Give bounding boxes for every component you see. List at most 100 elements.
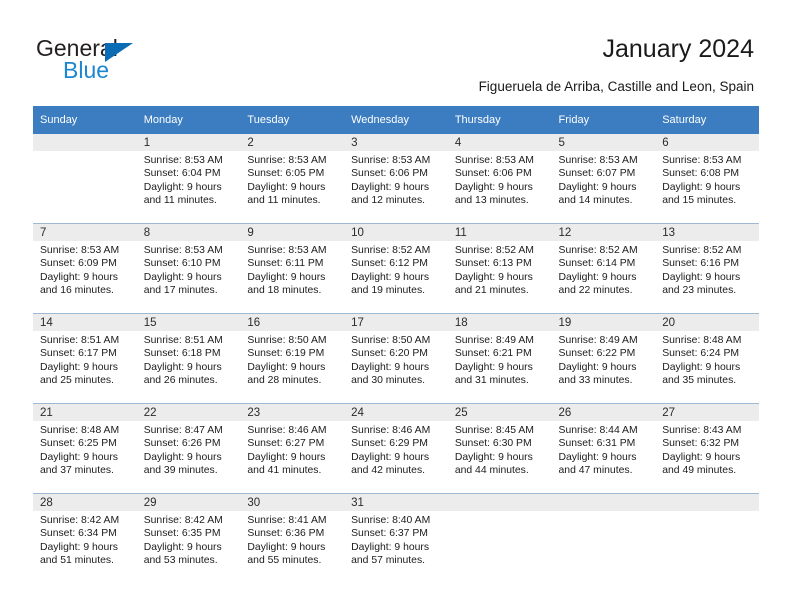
day-cell-inner: 17 Sunrise: 8:50 AM Sunset: 6:20 PM Dayligh… — [344, 314, 448, 403]
calendar-day-cell[interactable]: 31 Sunrise: 8:40 AM Sunset: 6:37 PM Dayligh… — [344, 493, 448, 583]
weekday-header-sunday: Sunday — [33, 106, 137, 134]
day-details: Sunrise: 8:50 AM Sunset: 6:19 PM Daylight:… — [240, 331, 344, 388]
daylight-duration-line1: Daylight: 9 hours — [662, 181, 741, 193]
calendar-day-cell[interactable]: 9 Sunrise: 8:53 AM Sunset: 6:11 PM Daylight… — [240, 223, 345, 314]
calendar-day-cell-empty — [33, 134, 137, 224]
calendar-day-cell[interactable]: 10 Sunrise: 8:52 AM Sunset: 6:12 PM Dayligh… — [344, 223, 448, 314]
sunrise-time: Sunrise: 8:50 AM — [247, 335, 327, 346]
weekday-header-friday: Friday — [551, 106, 656, 134]
calendar-day-cell[interactable]: 5 Sunrise: 8:53 AM Sunset: 6:07 PM Daylight… — [551, 134, 656, 224]
sunset-time: Sunset: 6:06 PM — [351, 168, 428, 180]
calendar-day-cell[interactable]: 22 Sunrise: 8:47 AM Sunset: 6:26 PM Dayligh… — [136, 403, 241, 494]
calendar-day-cell[interactable]: 26 Sunrise: 8:44 AM Sunset: 6:31 PM Dayligh… — [551, 403, 656, 494]
day-cell-inner: 11 Sunrise: 8:52 AM Sunset: 6:13 PM Dayligh… — [447, 224, 552, 313]
sunrise-time: Sunrise: 8:47 AM — [143, 425, 223, 436]
calendar-day-cell[interactable]: 17 Sunrise: 8:50 AM Sunset: 6:20 PM Dayligh… — [344, 313, 448, 404]
day-cell-inner — [447, 494, 552, 583]
day-cell-inner — [551, 494, 656, 583]
sunrise-time: Sunrise: 8:51 AM — [143, 335, 223, 346]
sunset-time: Sunset: 6:35 PM — [143, 528, 221, 540]
daylight-duration-line2: and 57 minutes. — [351, 555, 426, 567]
day-number — [33, 134, 137, 151]
daylight-duration-line1: Daylight: 9 hours — [143, 541, 222, 553]
calendar-day-cell[interactable]: 19 Sunrise: 8:49 AM Sunset: 6:22 PM Dayligh… — [551, 313, 656, 404]
daylight-duration-line2: and 22 minutes. — [558, 285, 633, 297]
day-details: Sunrise: 8:45 AM Sunset: 6:30 PM Daylight:… — [448, 421, 552, 478]
calendar-week-row: 21 Sunrise: 8:48 AM Sunset: 6:25 PM Dayligh… — [33, 403, 759, 494]
daylight-duration-line1: Daylight: 9 hours — [351, 271, 430, 283]
day-cell-inner: 20 Sunrise: 8:48 AM Sunset: 6:24 PM Dayligh… — [655, 314, 759, 403]
day-number: 26 — [551, 404, 656, 421]
daylight-duration-line2: and 23 minutes. — [662, 285, 737, 297]
daylight-duration-line1: Daylight: 9 hours — [662, 451, 741, 463]
sunset-time: Sunset: 6:06 PM — [454, 168, 532, 180]
calendar-day-cell[interactable]: 7 Sunrise: 8:53 AM Sunset: 6:09 PM Daylight… — [33, 223, 137, 314]
sunset-time: Sunset: 6:18 PM — [143, 348, 221, 360]
calendar-day-cell[interactable]: 16 Sunrise: 8:50 AM Sunset: 6:19 PM Dayligh… — [240, 313, 345, 404]
day-cell-inner: 4 Sunrise: 8:53 AM Sunset: 6:06 PM Daylight… — [447, 134, 552, 223]
calendar-day-cell[interactable]: 27 Sunrise: 8:43 AM Sunset: 6:32 PM Dayligh… — [655, 403, 759, 494]
calendar-day-cell[interactable]: 3 Sunrise: 8:53 AM Sunset: 6:06 PM Daylight… — [344, 134, 448, 224]
calendar-day-cell[interactable]: 24 Sunrise: 8:46 AM Sunset: 6:29 PM Dayligh… — [344, 403, 448, 494]
sunset-time: Sunset: 6:07 PM — [558, 168, 636, 180]
day-number: 17 — [344, 314, 448, 331]
daylight-duration-line1: Daylight: 9 hours — [558, 361, 637, 373]
calendar-day-cell[interactable]: 1 Sunrise: 8:53 AM Sunset: 6:04 PM Daylight… — [136, 134, 241, 224]
calendar-day-cell[interactable]: 30 Sunrise: 8:41 AM Sunset: 6:36 PM Dayligh… — [240, 493, 345, 583]
day-cell-inner: 13 Sunrise: 8:52 AM Sunset: 6:16 PM Dayligh… — [655, 224, 759, 313]
sunrise-time: Sunrise: 8:41 AM — [247, 515, 327, 526]
day-details: Sunrise: 8:42 AM Sunset: 6:35 PM Daylight:… — [137, 511, 241, 568]
day-number: 16 — [240, 314, 345, 331]
calendar-day-cell[interactable]: 23 Sunrise: 8:46 AM Sunset: 6:27 PM Dayligh… — [240, 403, 345, 494]
calendar-day-cell[interactable]: 2 Sunrise: 8:53 AM Sunset: 6:05 PM Daylight… — [240, 134, 345, 224]
sunrise-time: Sunrise: 8:44 AM — [558, 425, 638, 436]
day-number: 19 — [551, 314, 656, 331]
day-cell-inner: 7 Sunrise: 8:53 AM Sunset: 6:09 PM Daylight… — [33, 224, 137, 313]
sunset-time: Sunset: 6:32 PM — [662, 438, 740, 450]
calendar-day-cell[interactable]: 28 Sunrise: 8:42 AM Sunset: 6:34 PM Dayligh… — [33, 493, 137, 583]
calendar-day-cell[interactable]: 8 Sunrise: 8:53 AM Sunset: 6:10 PM Daylight… — [136, 223, 241, 314]
calendar-day-cell[interactable]: 21 Sunrise: 8:48 AM Sunset: 6:25 PM Dayligh… — [33, 403, 137, 494]
sunrise-time: Sunrise: 8:53 AM — [454, 155, 534, 166]
day-cell-inner: 28 Sunrise: 8:42 AM Sunset: 6:34 PM Dayligh… — [33, 494, 137, 583]
calendar-day-cell[interactable]: 20 Sunrise: 8:48 AM Sunset: 6:24 PM Dayligh… — [655, 313, 759, 404]
calendar-day-cell[interactable]: 6 Sunrise: 8:53 AM Sunset: 6:08 PM Daylight… — [655, 134, 759, 224]
general-blue-logo[interactable]: General Blue — [36, 36, 216, 86]
daylight-duration-line2: and 11 minutes. — [143, 195, 217, 207]
daylight-duration-line1: Daylight: 9 hours — [558, 181, 637, 193]
day-details: Sunrise: 8:53 AM Sunset: 6:06 PM Daylight:… — [448, 151, 552, 208]
day-cell-inner: 6 Sunrise: 8:53 AM Sunset: 6:08 PM Daylight… — [655, 134, 759, 223]
sunset-time: Sunset: 6:16 PM — [662, 258, 740, 270]
daylight-duration-line2: and 18 minutes. — [247, 285, 322, 297]
calendar-day-cell[interactable]: 11 Sunrise: 8:52 AM Sunset: 6:13 PM Dayligh… — [447, 223, 552, 314]
day-number: 25 — [447, 404, 552, 421]
daylight-duration-line2: and 39 minutes. — [143, 465, 218, 477]
calendar-day-cell[interactable]: 29 Sunrise: 8:42 AM Sunset: 6:35 PM Dayligh… — [136, 493, 241, 583]
calendar-day-cell[interactable]: 4 Sunrise: 8:53 AM Sunset: 6:06 PM Daylight… — [447, 134, 552, 224]
day-cell-inner: 15 Sunrise: 8:51 AM Sunset: 6:18 PM Dayligh… — [136, 314, 241, 403]
sunset-time: Sunset: 6:14 PM — [558, 258, 636, 270]
sunrise-time: Sunrise: 8:46 AM — [351, 425, 431, 436]
day-cell-inner: 18 Sunrise: 8:49 AM Sunset: 6:21 PM Dayligh… — [447, 314, 552, 403]
daylight-duration-line1: Daylight: 9 hours — [40, 361, 118, 373]
day-details: Sunrise: 8:53 AM Sunset: 6:11 PM Daylight:… — [240, 241, 344, 298]
daylight-duration-line2: and 21 minutes. — [454, 285, 529, 297]
daylight-duration-line1: Daylight: 9 hours — [662, 271, 741, 283]
calendar-day-cell[interactable]: 25 Sunrise: 8:45 AM Sunset: 6:30 PM Dayligh… — [447, 403, 552, 494]
day-number: 5 — [551, 134, 656, 151]
day-cell-inner: 3 Sunrise: 8:53 AM Sunset: 6:06 PM Daylight… — [344, 134, 448, 223]
daylight-duration-line1: Daylight: 9 hours — [143, 181, 222, 193]
calendar-day-cell[interactable]: 12 Sunrise: 8:52 AM Sunset: 6:14 PM Dayligh… — [551, 223, 656, 314]
day-details: Sunrise: 8:40 AM Sunset: 6:37 PM Daylight:… — [344, 511, 448, 568]
daylight-duration-line1: Daylight: 9 hours — [143, 451, 222, 463]
day-number: 14 — [33, 314, 137, 331]
calendar-day-cell[interactable]: 15 Sunrise: 8:51 AM Sunset: 6:18 PM Dayligh… — [136, 313, 241, 404]
day-details: Sunrise: 8:46 AM Sunset: 6:27 PM Daylight:… — [240, 421, 344, 478]
day-cell-inner: 8 Sunrise: 8:53 AM Sunset: 6:10 PM Daylight… — [136, 224, 241, 313]
day-details: Sunrise: 8:52 AM Sunset: 6:12 PM Daylight:… — [344, 241, 448, 298]
sunset-time: Sunset: 6:09 PM — [40, 258, 117, 270]
calendar-day-cell[interactable]: 14 Sunrise: 8:51 AM Sunset: 6:17 PM Dayligh… — [33, 313, 137, 404]
day-details: Sunrise: 8:53 AM Sunset: 6:07 PM Daylight:… — [552, 151, 656, 208]
calendar-day-cell[interactable]: 18 Sunrise: 8:49 AM Sunset: 6:21 PM Dayligh… — [447, 313, 552, 404]
calendar-day-cell[interactable]: 13 Sunrise: 8:52 AM Sunset: 6:16 PM Dayligh… — [655, 223, 759, 314]
